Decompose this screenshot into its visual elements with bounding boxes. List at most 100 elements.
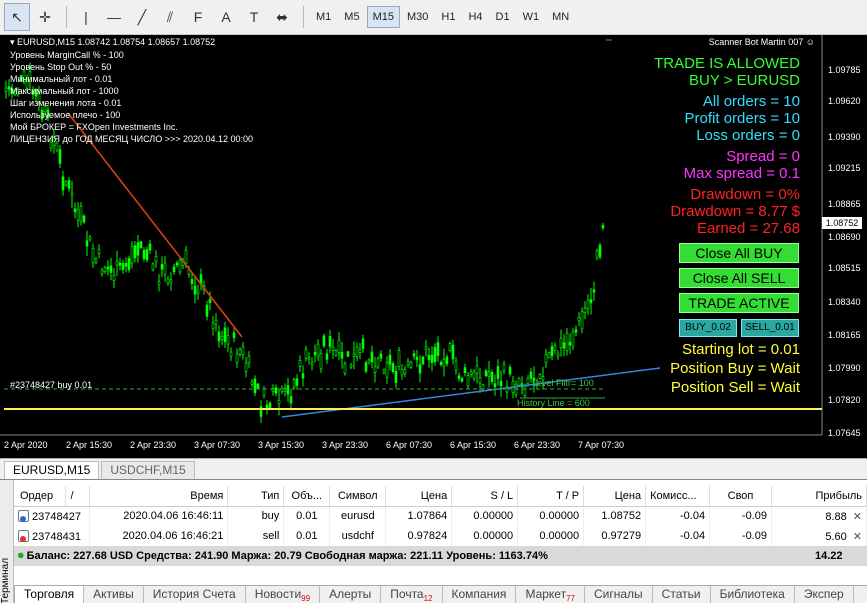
candle-body (274, 387, 278, 394)
tab-assets[interactable]: Активы (84, 586, 144, 603)
tab-alerts[interactable]: Алерты (320, 586, 382, 603)
tab-signals[interactable]: Сигналы (585, 586, 653, 603)
candle-body (358, 349, 362, 353)
close-all-sell-button[interactable]: Close All SELL (679, 268, 799, 288)
candle-body (349, 364, 353, 368)
candle-body (478, 377, 482, 384)
tab-mail[interactable]: Почта12 (381, 586, 443, 603)
candle-body (439, 361, 443, 365)
order-sl[interactable]: 0.00000 (451, 506, 519, 526)
candle-body (565, 332, 569, 351)
orders-table: Ордер / Время Тип Объ... Символ Цена S /… (14, 486, 867, 566)
arrows-icon[interactable]: ⬌ (269, 3, 295, 31)
candle-body (451, 344, 455, 360)
info-line: Уровень Stop Out % - 50 (10, 62, 112, 72)
timeframe-m5[interactable]: M5 (338, 6, 365, 28)
col-volume[interactable]: Объ... (283, 486, 331, 507)
candle-body (571, 331, 575, 347)
smiley-icon[interactable]: ☺ (806, 37, 815, 47)
candle-body (94, 258, 98, 263)
tab-market[interactable]: Маркет77 (516, 586, 585, 603)
col-sort[interactable]: / (65, 486, 91, 507)
col-cur-price[interactable]: Цена (583, 486, 647, 507)
candle-body (88, 236, 92, 240)
info-line: Шаг изменения лота - 0.01 (10, 98, 122, 108)
tab-articles[interactable]: Статьи (653, 586, 711, 603)
cursor-icon[interactable]: ↖ (4, 3, 30, 31)
candle-body (79, 206, 83, 222)
table-row[interactable]: 23748427 2020.04.06 16:46:11 buy 0.01 eu… (14, 506, 867, 526)
timeframe-m1[interactable]: M1 (310, 6, 337, 28)
order-sl[interactable]: 0.00000 (451, 526, 519, 546)
chart-tab-usdchf[interactable]: USDCHF,M15 (101, 461, 195, 479)
candle-body (262, 388, 266, 396)
col-sl[interactable]: S / L (451, 486, 519, 507)
col-price[interactable]: Цена (385, 486, 453, 507)
time-axis-label: 3 Apr 07:30 (194, 440, 241, 450)
close-all-buy-button[interactable]: Close All BUY (679, 243, 799, 263)
candle-body (208, 298, 212, 304)
col-order[interactable]: Ордер (14, 486, 67, 507)
order-tp[interactable]: 0.00000 (517, 506, 585, 526)
text-label-icon[interactable]: T (241, 3, 267, 31)
tab-trade[interactable]: Торговля (14, 586, 85, 603)
candle-body (448, 343, 452, 351)
tab-company[interactable]: Компания (443, 586, 517, 603)
candle-body (214, 320, 218, 325)
trendline-icon[interactable]: ╱ (129, 3, 155, 31)
chart-tab-eurusd[interactable]: EURUSD,M15 (4, 461, 100, 479)
col-type[interactable]: Тип (227, 486, 285, 507)
candle-body (334, 350, 338, 356)
col-commission[interactable]: Комисс... (645, 486, 711, 507)
chart-toolbar: ↖ ✛ | — ╱ ⫽ F A T ⬌ M1 M5 M15 M30 H1 H4 … (0, 0, 867, 35)
candle-body (157, 281, 161, 285)
candle-body (304, 348, 308, 359)
tab-account-history[interactable]: История Счета (144, 586, 246, 603)
timeframe-d1[interactable]: D1 (490, 6, 516, 28)
col-swap[interactable]: Своп (709, 486, 772, 507)
timeframe-h1[interactable]: H1 (435, 6, 461, 28)
text-icon[interactable]: A (213, 3, 239, 31)
vertical-line-icon[interactable]: | (73, 3, 99, 31)
tab-experts[interactable]: Экспер (795, 586, 854, 603)
horizontal-line-icon[interactable]: — (101, 3, 127, 31)
col-tp[interactable]: T / P (517, 486, 585, 507)
candle-body (376, 358, 380, 368)
fibonacci-icon[interactable]: F (185, 3, 211, 31)
candle-body (295, 378, 299, 386)
crosshair-icon[interactable]: ✛ (32, 3, 58, 31)
candle-body (508, 366, 512, 375)
candle-body (139, 241, 143, 249)
timeframe-m30[interactable]: M30 (401, 6, 434, 28)
trade-active-button[interactable]: TRADE ACTIVE (679, 293, 799, 313)
close-order-icon[interactable]: ✕ (853, 531, 862, 543)
buy-lot-button[interactable]: BUY_0.02 (679, 319, 737, 337)
candle-body (553, 345, 557, 351)
sell-lot-button[interactable]: SELL_0.01 (741, 319, 799, 337)
candle-body (601, 225, 605, 229)
candle-body (460, 378, 464, 382)
candle-body (127, 258, 131, 271)
timeframe-m15[interactable]: M15 (366, 6, 400, 28)
candle-body (484, 370, 488, 377)
price-axis-label: 1.09390 (828, 132, 861, 142)
symbol-dropdown-icon[interactable]: ▾ (10, 37, 17, 47)
candle-body (493, 383, 497, 388)
candle-body (346, 351, 350, 357)
tab-library[interactable]: Библиотека (711, 586, 795, 603)
close-order-icon[interactable]: ✕ (853, 511, 862, 523)
timeframe-h4[interactable]: H4 (462, 6, 488, 28)
col-symbol[interactable]: Символ (329, 486, 387, 507)
timeframe-mn[interactable]: MN (546, 6, 575, 28)
candle-body (415, 356, 419, 361)
price-chart[interactable]: ▾ EURUSD,M15 1.08742 1.08754 1.08657 1.0… (0, 35, 867, 458)
col-time[interactable]: Время (89, 486, 229, 507)
tab-news[interactable]: Новости99 (246, 586, 321, 603)
equidistant-channel-icon[interactable]: ⫽ (157, 3, 183, 31)
col-profit[interactable]: Прибыль (771, 486, 867, 507)
price-axis-label: 1.08165 (828, 330, 861, 340)
timeframe-w1[interactable]: W1 (517, 6, 546, 28)
table-row[interactable]: 23748431 2020.04.06 16:46:21 sell 0.01 u… (14, 526, 867, 546)
order-tp[interactable]: 0.00000 (517, 526, 585, 546)
candle-body (286, 385, 290, 395)
